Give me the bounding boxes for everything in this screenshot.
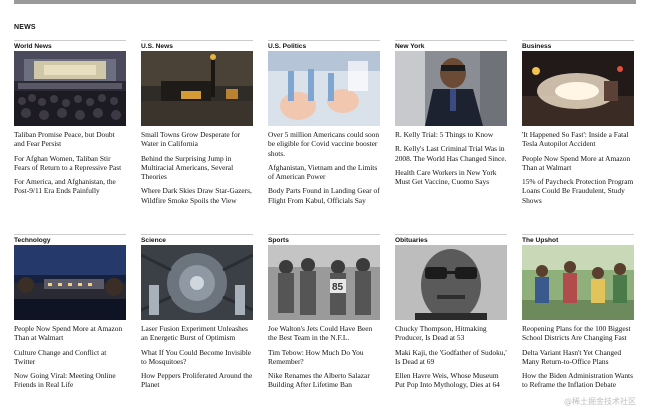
- headline-link[interactable]: R. Kelly Trial: 5 Things to Know: [395, 130, 507, 139]
- category-label[interactable]: Sports: [268, 234, 380, 245]
- category-label[interactable]: The Upshot: [522, 234, 634, 245]
- concert-crowd-photo[interactable]: [14, 51, 126, 126]
- headline-link[interactable]: Delta Variant Hasn't Yet Changed Many Re…: [522, 348, 634, 367]
- headline-link[interactable]: Maki Kaji, the 'Godfather of Sudoku,' Is…: [395, 348, 507, 367]
- headline-link[interactable]: Afghanistan, Vietnam and the Limits of A…: [268, 163, 380, 182]
- headline-link[interactable]: Culture Change and Conflict at Twitter: [14, 348, 126, 367]
- watermark-text: @稀土掘金技术社区: [564, 397, 636, 406]
- category-label[interactable]: World News: [14, 40, 126, 51]
- headline-link[interactable]: 15% of Paycheck Protection Program Loans…: [522, 177, 634, 205]
- headline-link[interactable]: 'It Happened So Fast': Inside a Fatal Te…: [522, 130, 634, 149]
- headline-link[interactable]: People Now Spend More at Amazon Than at …: [522, 154, 634, 173]
- headline-link[interactable]: Chucky Thompson, Hitmaking Producer, Is …: [395, 324, 507, 343]
- svg-text:85: 85: [332, 282, 344, 293]
- headline-link[interactable]: People Now Spend More at Amazon Than at …: [14, 324, 126, 343]
- headline-link[interactable]: How Peppers Proliferated Around the Plan…: [141, 371, 253, 390]
- headline-link[interactable]: Small Towns Grow Desperate for Water in …: [141, 130, 253, 149]
- laser-chamber-photo[interactable]: [141, 245, 253, 320]
- headline-link[interactable]: R. Kelly's Last Criminal Trial Was in 20…: [395, 144, 507, 163]
- headline-link[interactable]: Health Care Workers in New York Must Get…: [395, 168, 507, 187]
- headline-link[interactable]: Reopening Plans for the 100 Biggest Scho…: [522, 324, 634, 343]
- courtroom-portrait-photo[interactable]: [395, 51, 507, 126]
- man-glasses-portrait-photo[interactable]: [395, 245, 507, 320]
- section-title: NEWS: [14, 24, 36, 31]
- headline-link[interactable]: For America, and Afghanistan, the Post-9…: [14, 177, 126, 196]
- column-obituaries: Obituaries Chucky Thompson, Hitmaking Pr…: [395, 234, 507, 390]
- headline-link[interactable]: Behind the Surprising Jump in Multiracia…: [141, 154, 253, 182]
- crash-scene-photo[interactable]: [522, 51, 634, 126]
- news-row-1: World News Taliban Promise Peace, but Do…: [14, 40, 636, 230]
- night-town-photo[interactable]: [141, 51, 253, 126]
- warehouse-dusk-photo[interactable]: [14, 245, 126, 320]
- column-business: Business 'It Happened So Fast': Inside a…: [522, 40, 634, 205]
- headline-link[interactable]: For Afghan Women, Taliban Stir Fears of …: [14, 154, 126, 173]
- headline-link[interactable]: Laser Fusion Experiment Unleashes an Ene…: [141, 324, 253, 343]
- column-new-york: New York R. Kelly Trial: 5 Things to Kno…: [395, 40, 507, 186]
- column-technology: Technology People Now Spend More at Amaz…: [14, 234, 126, 390]
- headline-link[interactable]: Over 5 million Americans could soon be e…: [268, 130, 380, 158]
- column-us-news: U.S. News Small Towns Grow Desperate for…: [141, 40, 253, 205]
- vaccine-vials-photo[interactable]: [268, 51, 380, 126]
- family-outdoors-photo[interactable]: [522, 245, 634, 320]
- headline-link[interactable]: Where Dark Skies Draw Star-Gazers, Wildf…: [141, 186, 253, 205]
- column-world-news: World News Taliban Promise Peace, but Do…: [14, 40, 126, 196]
- headline-link[interactable]: Body Parts Found in Landing Gear of Flig…: [268, 186, 380, 205]
- headline-link[interactable]: Tim Tebow: How Much Do You Remember?: [268, 348, 380, 367]
- headline-link[interactable]: What If You Could Become Invisible to Mo…: [141, 348, 253, 367]
- category-label[interactable]: U.S. Politics: [268, 40, 380, 51]
- headline-link[interactable]: Taliban Promise Peace, but Doubt and Fea…: [14, 130, 126, 149]
- column-us-politics: U.S. Politics Over 5 million Americans c…: [268, 40, 380, 205]
- headline-link[interactable]: Nike Renames the Alberto Salazar Buildin…: [268, 371, 380, 390]
- headline-link[interactable]: Now Going Viral: Meeting Online Friends …: [14, 371, 126, 390]
- top-divider-bar: [14, 0, 636, 4]
- category-label[interactable]: Business: [522, 40, 634, 51]
- headline-link[interactable]: Ellen Havre Weis, Whose Museum Put Pop I…: [395, 371, 507, 390]
- category-label[interactable]: Technology: [14, 234, 126, 245]
- category-label[interactable]: U.S. News: [141, 40, 253, 51]
- category-label[interactable]: Obituaries: [395, 234, 507, 245]
- news-row-2: Technology People Now Spend More at Amaz…: [14, 234, 636, 408]
- headline-link[interactable]: How the Biden Administration Wants to Re…: [522, 371, 634, 390]
- headline-link[interactable]: Joe Walton's Jets Could Have Been the Be…: [268, 324, 380, 343]
- column-science: Science Laser Fusion Experiment Unleashe…: [141, 234, 253, 390]
- column-the-upshot: The Upshot Reopening Plans for the 100 B…: [522, 234, 634, 390]
- category-label[interactable]: New York: [395, 40, 507, 51]
- football-team-photo[interactable]: 85: [268, 245, 380, 320]
- category-label[interactable]: Science: [141, 234, 253, 245]
- column-sports: Sports 85 Joe Walton's Jets Could Have B…: [268, 234, 380, 390]
